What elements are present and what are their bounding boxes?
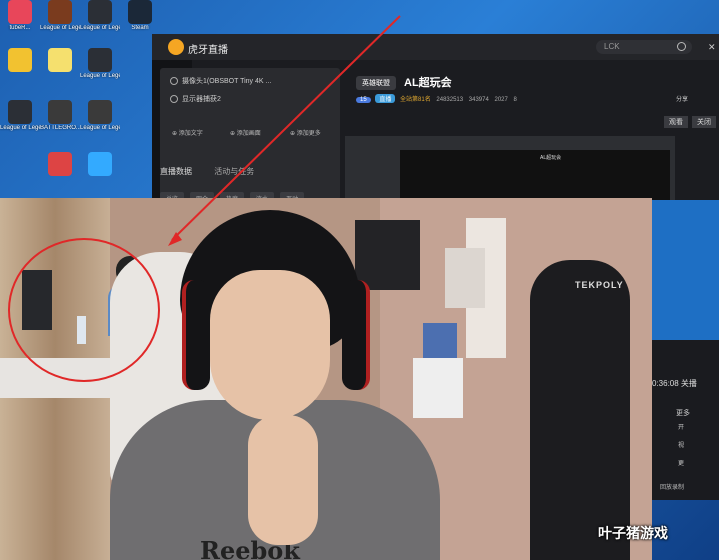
watermark: 叶子猪游戏: [598, 525, 668, 541]
red-arrow-annotation: [168, 15, 401, 246]
arrow-line: [171, 15, 401, 241]
arrow-head: [168, 232, 182, 246]
